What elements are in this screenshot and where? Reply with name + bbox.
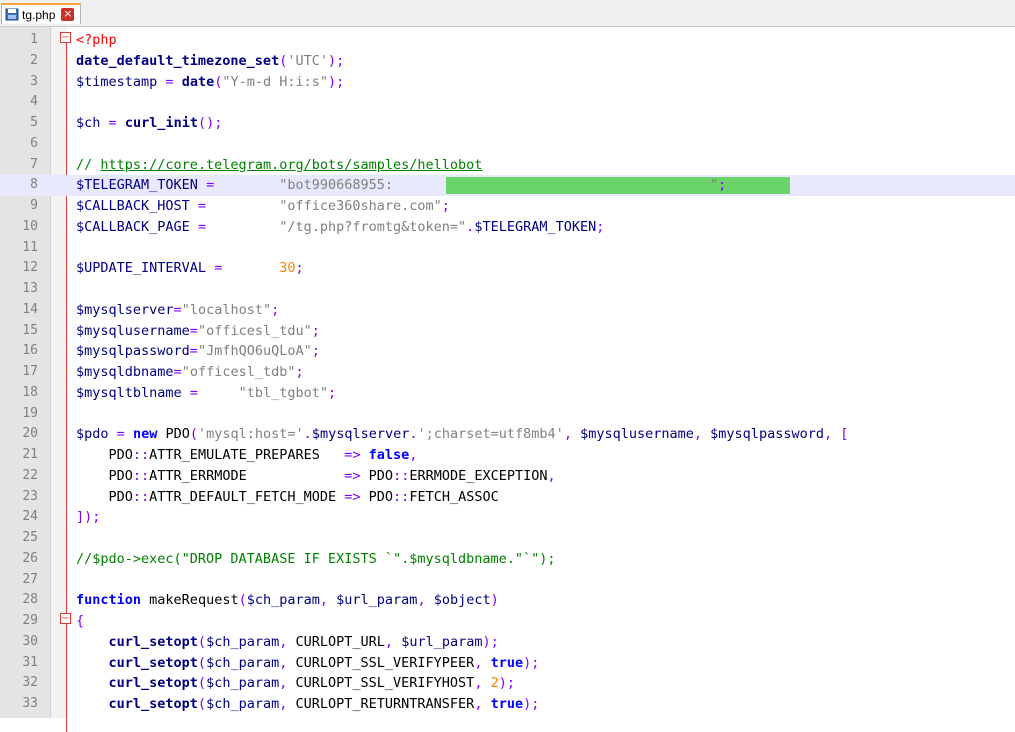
line-number: 25 [22, 530, 38, 545]
code-line[interactable]: 10 $CALLBACK_PAGE = "/tg.php?fromtg&token… [0, 217, 1015, 238]
code-line[interactable]: 8 $TELEGRAM_TOKEN = "bot990668955: "; [0, 175, 1015, 196]
line-number: 21 [22, 447, 38, 462]
code-line[interactable]: 23 PDO::ATTR_DEFAULT_FETCH_MODE => PDO::… [0, 487, 1015, 508]
code-line[interactable]: 17 $mysqldbname="officesl_tdb"; [0, 362, 1015, 383]
code-text: PDO::ATTR_ERRMODE => PDO::ERRMODE_EXCEPT… [108, 467, 556, 484]
line-number: 11 [22, 239, 38, 255]
code-text: function makeRequest($ch_param, $url_par… [76, 592, 499, 609]
line-number: 19 [22, 405, 38, 421]
line-number: 29 [22, 613, 38, 628]
code-line[interactable]: 26 //$pdo->exec("DROP DATABASE IF EXISTS … [0, 549, 1015, 570]
code-line[interactable]: 33 curl_setopt($ch_param, CURLOPT_RETURN… [0, 694, 1015, 715]
line-number: 18 [22, 384, 38, 400]
line-number: 6 [30, 135, 38, 151]
code-text: $mysqlserver="localhost"; [76, 301, 280, 318]
code-text: $pdo = new PDO('mysql:host='.$mysqlserve… [76, 426, 849, 443]
code-text: // https://core.telegram.org/bots/sample… [76, 156, 483, 173]
code-line[interactable]: 20 $pdo = new PDO('mysql:host='.$mysqlser… [0, 424, 1015, 445]
code-text: //$pdo->exec("DROP DATABASE IF EXISTS `"… [76, 550, 556, 567]
line-number: 28 [22, 592, 38, 608]
code-text: $TELEGRAM_TOKEN = "bot990668955: "; [76, 177, 727, 194]
line-number: 15 [22, 322, 38, 338]
code-line[interactable]: 6 [0, 134, 1015, 155]
line-number: 10 [22, 218, 38, 234]
line-number: 24 [22, 509, 38, 525]
code-text: curl_setopt($ch_param, CURLOPT_URL, $url… [108, 633, 499, 650]
line-number: 20 [22, 426, 38, 442]
code-line[interactable]: 14 $mysqlserver="localhost"; [0, 300, 1015, 321]
code-line[interactable]: 16 $mysqlpassword="JmfhQO6uQLoA"; [0, 341, 1015, 362]
code-text: { [76, 613, 85, 629]
tab-tg-php[interactable]: tg.php × [1, 3, 81, 24]
code-line[interactable]: 13 [0, 279, 1015, 300]
code-line[interactable]: 3 $timestamp = date("Y-m-d H:i:s"); [0, 72, 1015, 93]
line-number: 30 [22, 633, 38, 649]
code-text: curl_setopt($ch_param, CURLOPT_RETURNTRA… [108, 696, 540, 712]
code-text: date_default_timezone_set('UTC'); [76, 52, 345, 69]
line-number: 5 [30, 115, 38, 130]
code-text: $mysqlpassword="JmfhQO6uQLoA"; [76, 343, 320, 360]
line-number: 23 [22, 488, 38, 504]
code-text: $CALLBACK_PAGE = "/tg.php?fromtg&token="… [76, 218, 605, 235]
code-line[interactable]: 5 $ch = curl_init(); [0, 113, 1015, 134]
line-number: 33 [22, 696, 38, 711]
line-number: 22 [22, 467, 38, 483]
code-line[interactable]: 18 $mysqltblname = "tbl_tgbot"; [0, 383, 1015, 404]
line-number: 13 [22, 281, 38, 296]
line-number: 16 [22, 343, 38, 359]
code-line[interactable]: 9 $CALLBACK_HOST = "office360share.com"; [0, 196, 1015, 217]
code-text: $mysqlusername="officesl_tdu"; [76, 322, 320, 339]
code-text: $ch = curl_init(); [76, 115, 223, 131]
code-text: $mysqldbname="officesl_tdb"; [76, 364, 304, 380]
tab-label: tg.php [22, 7, 56, 22]
code-line[interactable]: 15 $mysqlusername="officesl_tdu"; [0, 321, 1015, 342]
code-editor[interactable]: − − 1 <?php 2 date_default_timezone_set('UT… [0, 27, 1015, 732]
code-text: $timestamp = date("Y-m-d H:i:s"); [76, 73, 345, 90]
code-line[interactable]: 11 [0, 238, 1015, 259]
code-line[interactable]: 19 [0, 404, 1015, 425]
code-text: curl_setopt($ch_param, CURLOPT_SSL_VERIF… [108, 675, 515, 692]
code-text: curl_setopt($ch_param, CURLOPT_SSL_VERIF… [108, 654, 540, 671]
line-number: 4 [30, 94, 38, 110]
code-line[interactable]: 28 function makeRequest($ch_param, $url_p… [0, 590, 1015, 611]
line-number: 31 [22, 654, 38, 670]
code-line[interactable]: 1 <?php [0, 30, 1015, 51]
line-number: 9 [30, 198, 38, 213]
code-line[interactable]: 2 date_default_timezone_set('UTC'); [0, 51, 1015, 72]
line-number: 2 [30, 52, 38, 68]
code-line[interactable]: 32 curl_setopt($ch_param, CURLOPT_SSL_VE… [0, 673, 1015, 694]
code-line[interactable]: 29 { [0, 611, 1015, 632]
line-number: 27 [22, 571, 38, 587]
code-text: PDO::ATTR_EMULATE_PREPARES => false, [108, 447, 418, 463]
code-text: $UPDATE_INTERVAL = 30; [76, 260, 304, 277]
tab-bar: tg.php × [0, 0, 1015, 27]
line-number: 8 [30, 177, 38, 193]
code-line[interactable]: 12 $UPDATE_INTERVAL = 30; [0, 258, 1015, 279]
file-icon [5, 8, 19, 21]
line-number: 32 [22, 675, 38, 691]
code-line[interactable]: 31 curl_setopt($ch_param, CURLOPT_SSL_VE… [0, 653, 1015, 674]
line-number: 14 [22, 301, 38, 317]
line-number: 3 [30, 73, 38, 89]
code-line[interactable]: 30 curl_setopt($ch_param, CURLOPT_URL, $… [0, 632, 1015, 653]
code-text: PDO::ATTR_DEFAULT_FETCH_MODE => PDO::FET… [108, 488, 499, 505]
code-line[interactable]: 7 // https://core.telegram.org/bots/sampl… [0, 155, 1015, 176]
code-text: ]); [76, 509, 101, 526]
code-line[interactable]: 21 PDO::ATTR_EMULATE_PREPARES => false, [0, 445, 1015, 466]
line-number: 7 [30, 156, 38, 172]
line-number: 17 [22, 364, 38, 379]
line-number: 12 [22, 260, 38, 276]
code-line[interactable]: 4 [0, 92, 1015, 113]
code-line[interactable]: 25 [0, 528, 1015, 549]
line-number: 1 [30, 32, 38, 47]
close-icon[interactable]: × [61, 8, 75, 21]
code-line[interactable]: 24]); [0, 507, 1015, 528]
code-text: $mysqltblname = "tbl_tgbot"; [76, 384, 337, 401]
code-text: $CALLBACK_HOST = "office360share.com"; [76, 198, 450, 214]
code-line[interactable]: 27 [0, 570, 1015, 591]
line-number: 26 [22, 550, 38, 566]
code-line[interactable]: 22 PDO::ATTR_ERRMODE => PDO::ERRMODE_EXC… [0, 466, 1015, 487]
code-text: <?php [76, 32, 117, 48]
